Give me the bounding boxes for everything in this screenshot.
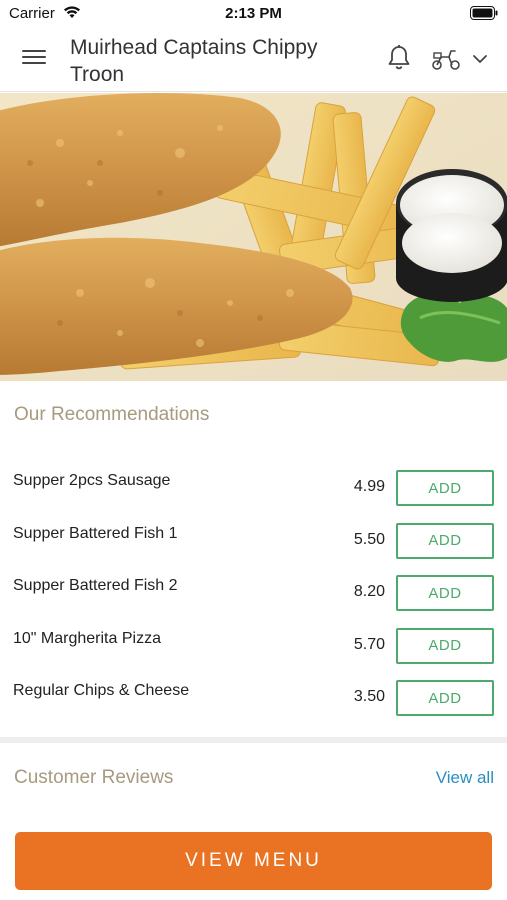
list-item: Supper 2pcs Sausage 4.99 ADD — [0, 462, 507, 515]
item-price: 5.50 — [353, 530, 385, 548]
item-price: 5.70 — [353, 635, 385, 653]
delivery-scooter-icon[interactable] — [430, 46, 462, 72]
restaurant-title: Muirhead Captains Chippy Troon — [70, 36, 318, 86]
add-button[interactable]: ADD — [396, 680, 494, 716]
hamburger-menu-icon[interactable] — [22, 46, 48, 72]
section-divider — [0, 737, 507, 743]
hero-image — [0, 93, 507, 381]
item-name: Supper 2pcs Sausage — [13, 472, 171, 489]
item-name: Supper Battered Fish 1 — [13, 524, 178, 542]
status-bar: Carrier 2:13 PM — [0, 0, 507, 26]
list-item: 10" Margherita Pizza 5.70 ADD — [0, 620, 507, 673]
item-price: 4.99 — [353, 478, 385, 495]
item-name: 10" Margherita Pizza — [13, 629, 161, 647]
list-item: Supper Battered Fish 1 5.50 ADD — [0, 515, 507, 568]
fish-and-chips-photo — [0, 93, 507, 381]
bell-icon[interactable] — [386, 44, 412, 72]
status-time: 2:13 PM — [225, 5, 282, 22]
item-price: 8.20 — [353, 583, 385, 600]
add-button[interactable]: ADD — [396, 470, 494, 506]
add-button[interactable]: ADD — [396, 522, 494, 559]
add-button[interactable]: ADD — [396, 627, 494, 664]
item-name: Supper Battered Fish 2 — [13, 577, 178, 594]
battery-icon — [470, 6, 498, 20]
reviews-heading: Customer Reviews — [14, 767, 174, 788]
list-item: Supper Battered Fish 2 8.20 ADD — [0, 567, 507, 620]
list-item: Regular Chips & Cheese 3.50 ADD — [0, 672, 507, 725]
app-header: Muirhead Captains Chippy Troon — [0, 26, 507, 92]
recommendations-list: Supper 2pcs Sausage 4.99 ADD Supper Batt… — [0, 462, 507, 725]
item-name: Regular Chips & Cheese — [13, 682, 190, 699]
recommendations-heading: Our Recommendations — [14, 404, 210, 425]
view-all-reviews-link[interactable]: View all — [436, 768, 494, 788]
view-menu-button[interactable]: VIEW MENU — [15, 832, 492, 890]
chevron-down-icon[interactable] — [472, 53, 488, 65]
add-button[interactable]: ADD — [396, 575, 494, 611]
item-price: 3.50 — [353, 688, 385, 705]
